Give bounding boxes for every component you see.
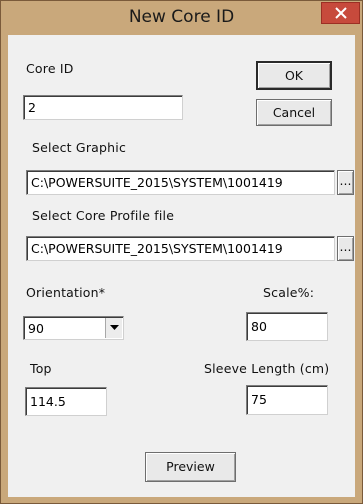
select-graphic-path-value: C:\POWERSUITE_2015\SYSTEM\1001419 bbox=[31, 175, 283, 190]
select-graphic-path-input[interactable]: C:\POWERSUITE_2015\SYSTEM\1001419 bbox=[26, 170, 335, 195]
top-label: Top bbox=[30, 361, 52, 376]
browse-graphic-button[interactable]: ... bbox=[337, 170, 354, 195]
scale-value: 80 bbox=[251, 319, 267, 334]
sleeve-length-label: Sleeve Length (cm) bbox=[204, 361, 330, 376]
ok-button[interactable]: OK bbox=[256, 61, 332, 90]
sleeve-length-input[interactable]: 75 bbox=[246, 385, 328, 415]
cancel-button[interactable]: Cancel bbox=[256, 99, 332, 126]
top-value: 114.5 bbox=[30, 394, 66, 409]
scale-label: Scale%: bbox=[263, 285, 315, 300]
core-id-label: Core ID bbox=[26, 61, 74, 76]
top-input[interactable]: 114.5 bbox=[25, 387, 107, 416]
close-icon bbox=[335, 7, 347, 19]
browse-profile-button[interactable]: ... bbox=[337, 236, 354, 261]
orientation-dropdown[interactable]: 90 bbox=[23, 316, 124, 340]
sleeve-length-value: 75 bbox=[251, 392, 267, 407]
new-core-id-dialog: New Core ID Core ID 2 OK Cancel Select G… bbox=[0, 0, 363, 504]
scale-input[interactable]: 80 bbox=[246, 312, 328, 341]
select-profile-label: Select Core Profile file bbox=[32, 208, 175, 223]
orientation-label: Orientation* bbox=[26, 285, 106, 300]
select-graphic-label: Select Graphic bbox=[32, 140, 127, 155]
close-button[interactable] bbox=[321, 2, 360, 24]
core-id-value: 2 bbox=[28, 100, 36, 115]
select-profile-path-value: C:\POWERSUITE_2015\SYSTEM\1001419 bbox=[31, 241, 283, 256]
title-bar[interactable]: New Core ID bbox=[1, 1, 362, 35]
dialog-title: New Core ID bbox=[128, 7, 235, 27]
dialog-body: Core ID 2 OK Cancel Select Graphic C:\PO… bbox=[8, 35, 355, 497]
orientation-dropdown-arrow[interactable] bbox=[105, 318, 122, 338]
select-profile-path-input[interactable]: C:\POWERSUITE_2015\SYSTEM\1001419 bbox=[26, 236, 335, 261]
preview-button[interactable]: Preview bbox=[145, 452, 236, 482]
chevron-down-icon bbox=[110, 325, 119, 330]
core-id-input[interactable]: 2 bbox=[23, 95, 183, 120]
orientation-value: 90 bbox=[28, 321, 44, 336]
